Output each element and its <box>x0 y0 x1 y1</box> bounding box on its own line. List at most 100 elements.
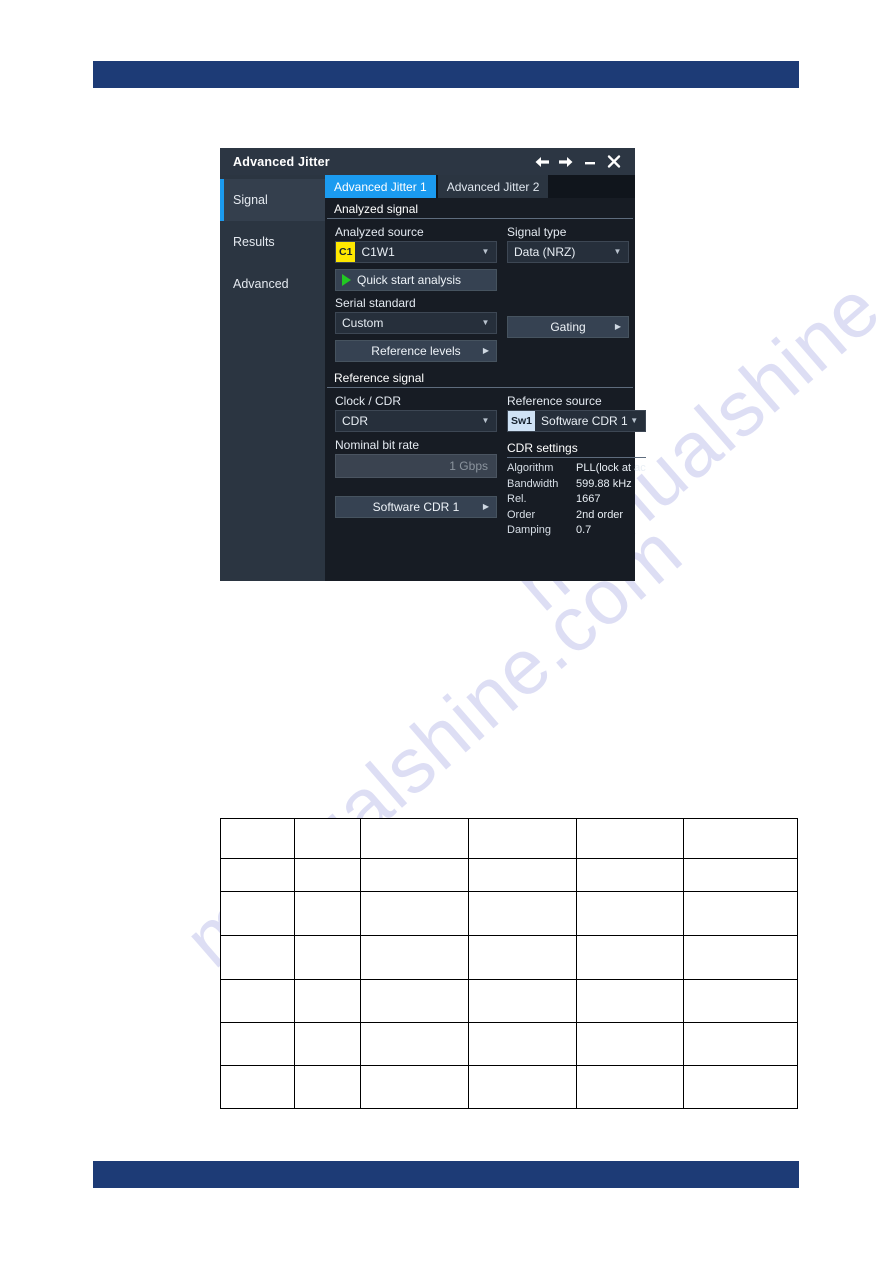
table-cell <box>467 858 577 892</box>
dialog-titlebar: Advanced Jitter <box>220 148 635 175</box>
serial-standard-left-col: Serial standard Custom ▼ Reference level… <box>327 291 497 362</box>
cdr-settings-panel: CDR settings Algorithm PLL(lock at ac Ba… <box>507 441 646 539</box>
table-cell <box>683 979 798 1023</box>
tab-advanced-jitter-2[interactable]: Advanced Jitter 2 <box>437 175 549 198</box>
table-cell <box>294 1065 362 1109</box>
software-cdr-button-label: Software CDR 1 <box>372 500 460 514</box>
tab-label: Advanced Jitter 2 <box>446 179 540 194</box>
quick-start-analysis-button[interactable]: Quick start analysis <box>335 269 497 291</box>
table-cell <box>575 818 685 859</box>
table-cell <box>219 1022 296 1066</box>
clock-cdr-combo[interactable]: CDR ▼ <box>335 410 497 432</box>
serial-standard-row: Serial standard Custom ▼ Reference level… <box>325 291 635 362</box>
analyzed-source-label: Analyzed source <box>335 225 424 239</box>
tabstrip: Advanced Jitter 1 Advanced Jitter 2 <box>325 175 635 198</box>
software-cdr-button[interactable]: Software CDR 1 ▶ <box>335 496 497 518</box>
gating-button[interactable]: Gating ▶ <box>507 316 629 338</box>
table-cell <box>467 818 577 859</box>
serial-standard-value: Custom <box>342 316 384 330</box>
table-cell <box>467 979 577 1023</box>
cdr-settings-row: Algorithm PLL(lock at ac <box>507 461 646 477</box>
analyzed-source-value: C1W1 <box>361 245 395 259</box>
section-analyzed-signal-title: Analyzed signal <box>327 201 633 219</box>
table-cell <box>219 891 296 936</box>
table-cell <box>294 935 362 980</box>
close-icon[interactable] <box>602 150 626 174</box>
nominal-bit-rate-label: Nominal bit rate <box>335 438 420 452</box>
back-arrow-icon[interactable] <box>530 150 554 174</box>
table-cell <box>294 979 362 1023</box>
reference-levels-label: Reference levels <box>371 344 461 358</box>
reference-source-value: Software CDR 1 <box>541 414 628 428</box>
sidebar-item-label: Advanced <box>233 277 289 291</box>
software-source-badge-icon: Sw1 <box>508 411 536 431</box>
nominal-bit-rate-input[interactable]: 1 Gbps <box>335 454 497 478</box>
cdr-settings-title: CDR settings <box>507 441 646 458</box>
reference-source-label: Reference source <box>507 394 602 408</box>
tab-label: Advanced Jitter 1 <box>334 179 427 194</box>
table-cell <box>575 935 685 980</box>
table-cell <box>360 818 469 859</box>
table-cell <box>575 1022 685 1066</box>
table-cell <box>683 1022 798 1066</box>
serial-standard-label: Serial standard <box>335 296 416 310</box>
table-cell <box>360 935 469 980</box>
page-footer-bar <box>93 1161 799 1188</box>
cdr-setting-key: Order <box>507 508 536 521</box>
table-cell <box>219 979 296 1023</box>
sidebar-item-results[interactable]: Results <box>220 221 325 263</box>
dialog-content: Advanced Jitter 1 Advanced Jitter 2 Anal… <box>325 175 646 581</box>
chevron-down-icon: ▼ <box>630 416 639 425</box>
sidebar-item-advanced[interactable]: Advanced <box>220 263 325 305</box>
table-row <box>219 1065 798 1109</box>
analyzed-signal-left-col: Analyzed source C1 C1W1 ▼ Quick start an… <box>327 220 497 291</box>
table-row <box>219 818 798 859</box>
table-cell <box>575 1065 685 1109</box>
table-cell <box>360 1022 469 1066</box>
dialog-title: Advanced Jitter <box>233 154 330 169</box>
chevron-down-icon: ▼ <box>481 318 490 327</box>
signal-type-combo[interactable]: Data (NRZ) ▼ <box>507 241 629 263</box>
gating-spacer-label <box>507 296 629 310</box>
table-cell <box>219 858 296 892</box>
analyzed-signal-right-col: Signal type Data (NRZ) ▼ <box>497 220 633 291</box>
table-row <box>219 858 798 892</box>
table-cell <box>683 1065 798 1109</box>
page-header-bar <box>93 61 799 88</box>
table-cell <box>294 891 362 936</box>
minimize-icon[interactable] <box>578 150 602 174</box>
analyzed-source-combo[interactable]: C1 C1W1 ▼ <box>335 241 497 263</box>
tab-advanced-jitter-1[interactable]: Advanced Jitter 1 <box>325 175 436 198</box>
reference-levels-button[interactable]: Reference levels ▶ <box>335 340 497 362</box>
table-row <box>219 979 798 1023</box>
table-row <box>219 935 798 980</box>
serial-standard-combo[interactable]: Custom ▼ <box>335 312 497 334</box>
sidebar-item-label: Results <box>233 235 275 249</box>
chevron-down-icon: ▼ <box>481 247 490 256</box>
table-cell <box>683 858 798 892</box>
sidebar-item-label: Signal <box>233 193 268 207</box>
dialog-sidebar: Signal Results Advanced <box>220 175 325 581</box>
table-cell <box>360 1065 469 1109</box>
table-cell <box>575 858 685 892</box>
table-cell <box>467 935 577 980</box>
chevron-right-icon: ▶ <box>482 346 489 355</box>
signal-type-value: Data (NRZ) <box>514 245 576 259</box>
table-cell <box>294 818 362 859</box>
table-cell <box>683 818 798 859</box>
sidebar-item-signal[interactable]: Signal <box>220 179 325 221</box>
cdr-setting-value: 2nd order <box>576 508 624 521</box>
channel-badge-icon: C1 <box>336 242 356 262</box>
chevron-right-icon: ▶ <box>482 502 489 511</box>
dialog-body: Signal Results Advanced Advanced Jitter … <box>220 175 646 581</box>
table-cell <box>683 891 798 936</box>
bottom-table <box>219 818 798 1109</box>
cdr-setting-key: Damping <box>507 524 552 536</box>
reference-source-combo[interactable]: Sw1 Software CDR 1 ▼ <box>507 410 646 432</box>
table-cell <box>467 891 577 936</box>
advanced-jitter-dialog: Advanced Jitter Signal Results Advanced <box>220 148 646 581</box>
forward-arrow-icon[interactable] <box>554 150 578 174</box>
signal-pane: Analyzed signal Analyzed source C1 C1W1 … <box>325 198 646 581</box>
cdr-setting-key: Bandwidth <box>507 477 559 490</box>
table-cell <box>219 935 296 980</box>
